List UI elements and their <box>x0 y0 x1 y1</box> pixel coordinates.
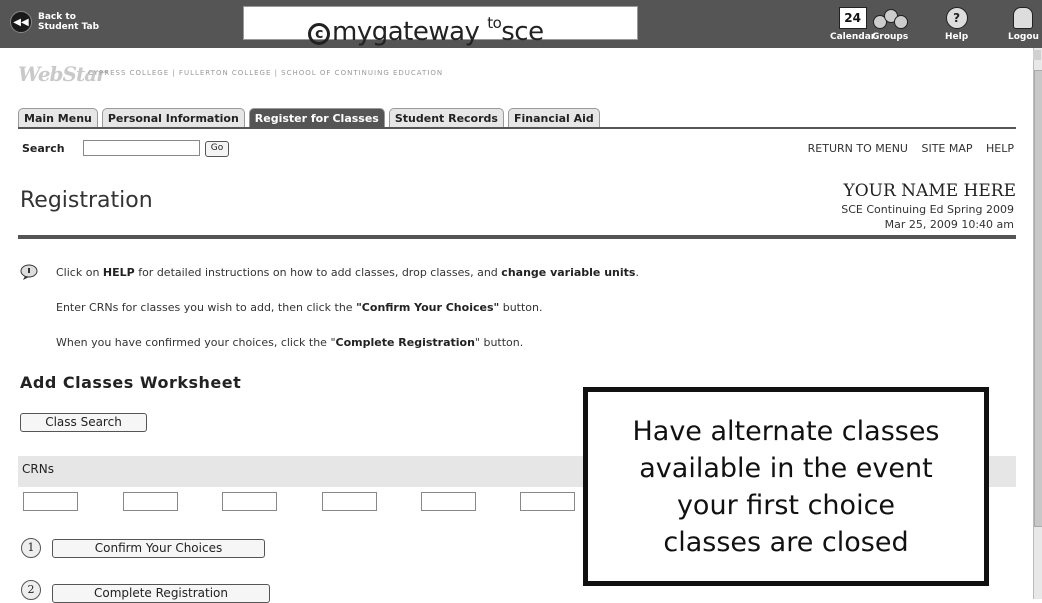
back-to-student-tab-button[interactable]: ◀◀ Back to Student Tab <box>10 11 99 33</box>
crn-input-5[interactable] <box>421 492 476 511</box>
main-tabs: Main Menu Personal Information Register … <box>18 108 604 128</box>
date-label: Mar 25, 2009 10:40 am <box>884 218 1014 231</box>
search-go-button[interactable]: Go <box>205 141 229 157</box>
groups-button[interactable]: Groups <box>872 6 908 42</box>
crn-label: CRNs <box>22 462 54 476</box>
help-button[interactable]: ? Help <box>945 6 968 42</box>
title-divider <box>18 235 1016 239</box>
back-arrow-icon: ◀◀ <box>10 11 32 33</box>
help-icon: ? <box>945 7 968 29</box>
crn-input-4[interactable] <box>322 492 377 511</box>
tab-personal-information[interactable]: Personal Information <box>101 108 245 128</box>
worksheet-title: Add Classes Worksheet <box>20 373 242 392</box>
tab-student-records[interactable]: Student Records <box>388 108 504 128</box>
search-label: Search <box>22 142 65 155</box>
mygateway-c-icon: c <box>308 23 330 45</box>
info-icon <box>20 264 38 280</box>
user-name: YOUR NAME HERE <box>843 181 1016 201</box>
logout-icon <box>1013 7 1034 29</box>
class-search-button[interactable]: Class Search <box>20 413 147 432</box>
term-label: SCE Continuing Ed Spring 2009 <box>841 203 1014 216</box>
tab-register-for-classes[interactable]: Register for Classes <box>248 108 385 128</box>
info-line-3: When you have confirmed your choices, cl… <box>56 336 524 349</box>
help-link[interactable]: HELP <box>986 142 1014 155</box>
step-1-icon: 1 <box>21 538 41 558</box>
back-label: Back to Student Tab <box>38 12 100 32</box>
crn-input-2[interactable] <box>123 492 178 511</box>
crn-input-1[interactable] <box>23 492 78 511</box>
groups-icon <box>873 7 909 29</box>
step-2-icon: 2 <box>21 580 41 600</box>
alternate-classes-callout: Have alternate classes available in the … <box>583 387 989 586</box>
page-title: Registration <box>20 188 153 213</box>
tab-main-menu[interactable]: Main Menu <box>18 108 98 128</box>
crn-input-3[interactable] <box>222 492 277 511</box>
mygateway-logo: c mygateway tosce <box>308 8 544 47</box>
colleges-line: CYPRESS COLLEGE | FULLERTON COLLEGE | SC… <box>88 69 444 77</box>
search-input[interactable] <box>83 140 200 156</box>
info-line-1: Click on HELP for detailed instructions … <box>56 266 639 279</box>
mygateway-banner: c mygateway tosce <box>243 6 638 47</box>
crn-input-6[interactable] <box>520 492 575 511</box>
scroll-up-icon[interactable] <box>1033 50 1041 60</box>
tab-financial-aid[interactable]: Financial Aid <box>507 108 600 128</box>
return-to-menu-link[interactable]: RETURN TO MENU <box>808 142 908 155</box>
scrollbar-thumb[interactable] <box>1034 70 1042 527</box>
confirm-your-choices-button[interactable]: Confirm Your Choices <box>52 539 265 558</box>
complete-registration-button[interactable]: Complete Registration <box>52 584 270 603</box>
info-line-2: Enter CRNs for classes you wish to add, … <box>56 301 543 314</box>
site-map-link[interactable]: SITE MAP <box>921 142 972 155</box>
calendar-icon: 24 <box>838 7 867 29</box>
tab-divider <box>18 127 1016 129</box>
top-links: RETURN TO MENU SITE MAP HELP <box>798 142 1014 155</box>
logout-button[interactable]: Logou <box>1008 6 1039 42</box>
calendar-button[interactable]: 24 Calendar <box>830 6 875 42</box>
